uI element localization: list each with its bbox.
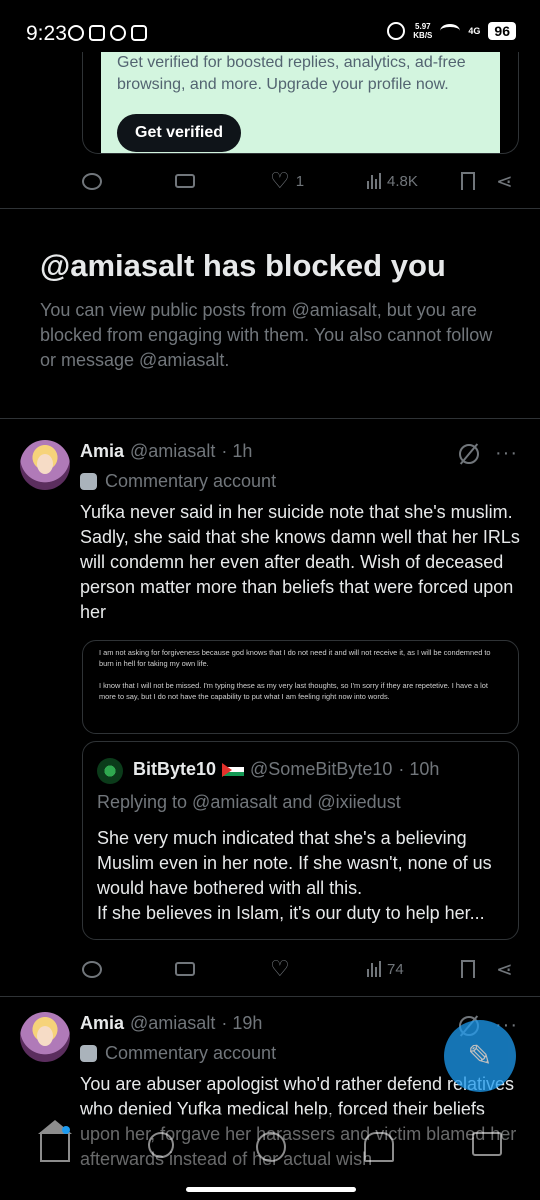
status-time: 9:23 <box>26 22 67 45</box>
account-label: Commentary account <box>80 471 276 492</box>
grok-nav-icon[interactable] <box>256 1132 286 1162</box>
unread-dot <box>62 1126 70 1134</box>
views-button[interactable]: 4.8K <box>367 173 418 190</box>
repost-button[interactable] <box>175 962 195 976</box>
quote-author-handle: @SomeBitByte10 <box>250 759 393 779</box>
messages-icon[interactable] <box>472 1132 502 1156</box>
repost-icon <box>175 962 195 976</box>
more-icon[interactable]: ··· <box>495 442 518 465</box>
author-handle[interactable]: @amiasalt <box>130 1013 215 1034</box>
account-label-text: Commentary account <box>105 1043 277 1063</box>
divider <box>0 418 540 419</box>
bookmark-button[interactable] <box>461 960 475 978</box>
quote-text: She very much indicated that she's a bel… <box>97 828 492 923</box>
bookmark-button[interactable] <box>461 172 475 190</box>
grok-icon[interactable] <box>459 443 480 464</box>
compose-button[interactable]: ✎ <box>444 1020 516 1092</box>
net-speed: 5.97 KB/S <box>413 22 433 40</box>
share-button[interactable]: ⋖ <box>496 957 513 982</box>
youtube-icon <box>89 25 105 41</box>
blocked-description: You can view public posts from @amiasalt… <box>40 300 493 370</box>
quoted-post[interactable]: BitByte10 @SomeBitByte10 · 10h Replying … <box>82 741 519 940</box>
status-bar: 9:23 5.97 KB/S 4G 96 <box>0 0 540 52</box>
messenger-icon <box>68 25 84 41</box>
post-time: · 19h <box>221 1013 263 1033</box>
divider <box>0 208 540 209</box>
like-button[interactable]: ♡ <box>270 958 290 980</box>
reply-button[interactable] <box>82 960 102 978</box>
tweet-text: Yufka never said in her suicide note tha… <box>80 502 520 622</box>
get-verified-button[interactable]: Get verified <box>117 114 242 152</box>
share-icon: ⋖ <box>496 170 513 193</box>
bookmark-icon <box>461 172 475 190</box>
post-actions: ♡ 74 ⋖ <box>80 954 520 984</box>
repost-button[interactable] <box>175 174 195 188</box>
avatar[interactable] <box>20 1012 70 1062</box>
notification-icons <box>68 25 147 41</box>
quote-header: BitByte10 @SomeBitByte10 · 10h <box>133 759 439 780</box>
reply-icon <box>82 960 102 978</box>
repost-icon <box>175 174 195 188</box>
instagram-icon <box>131 25 147 41</box>
views-button[interactable]: 74 <box>367 961 404 978</box>
promo-text: Get verified for boosted replies, analyt… <box>117 54 466 93</box>
author-name[interactable]: Amia <box>80 441 124 462</box>
account-label-text: Commentary account <box>105 471 277 491</box>
heart-icon: ♡ <box>270 168 290 193</box>
author-handle[interactable]: @amiasalt <box>130 441 215 462</box>
share-icon: ⋖ <box>496 958 513 981</box>
avatar[interactable] <box>20 440 70 490</box>
quote-avatar <box>97 758 123 784</box>
tweet-header: Amia @amiasalt · 1h <box>80 441 252 462</box>
quote-time: · 10h <box>398 759 440 779</box>
signal-icon: 4G <box>468 26 481 36</box>
like-button[interactable]: ♡ 1 <box>270 170 304 192</box>
alarm-icon <box>387 22 406 40</box>
alarm-notification-icon <box>110 25 126 41</box>
divider <box>0 996 540 997</box>
feather-plus-icon: ✎ <box>467 1039 493 1073</box>
battery-icon: 96 <box>488 22 516 40</box>
mask-icon <box>80 1045 97 1062</box>
views-icon <box>367 173 381 189</box>
view-count: 74 <box>387 960 404 978</box>
account-label: Commentary account <box>80 1043 276 1064</box>
attached-image[interactable]: I am not asking for forgiveness because … <box>82 640 519 734</box>
reply-button[interactable] <box>82 172 102 190</box>
post-actions: ♡ 1 4.8K ⋖ <box>80 166 520 196</box>
tweet-menu: ··· <box>459 442 518 465</box>
home-icon[interactable] <box>38 1120 72 1162</box>
share-button[interactable]: ⋖ <box>496 169 513 194</box>
palestine-flag-icon <box>222 762 245 777</box>
quote-author-name: BitByte10 <box>133 759 217 779</box>
author-name[interactable]: Amia <box>80 1013 124 1034</box>
home-indicator[interactable] <box>186 1187 356 1192</box>
notifications-icon[interactable] <box>364 1132 394 1162</box>
views-icon <box>367 961 381 977</box>
replying-to: Replying to @amiasalt and @ixiiedust <box>97 792 401 812</box>
view-count: 4.8K <box>387 172 418 190</box>
blocked-title: @amiasalt has blocked you <box>40 248 446 283</box>
reply-icon <box>82 172 102 190</box>
wifi-icon <box>440 24 461 38</box>
post-time: · 1h <box>221 441 253 461</box>
mask-icon <box>80 473 97 490</box>
image-text-1: I am not asking for forgiveness because … <box>99 648 491 668</box>
like-count: 1 <box>295 172 305 190</box>
tweet-header: Amia @amiasalt · 19h <box>80 1013 262 1034</box>
status-right: 5.97 KB/S 4G 96 <box>387 22 516 40</box>
bookmark-icon <box>461 960 475 978</box>
image-text-2: I know that I will not be missed. I'm ty… <box>99 681 488 701</box>
search-icon[interactable] <box>148 1132 174 1158</box>
heart-icon: ♡ <box>270 956 290 981</box>
